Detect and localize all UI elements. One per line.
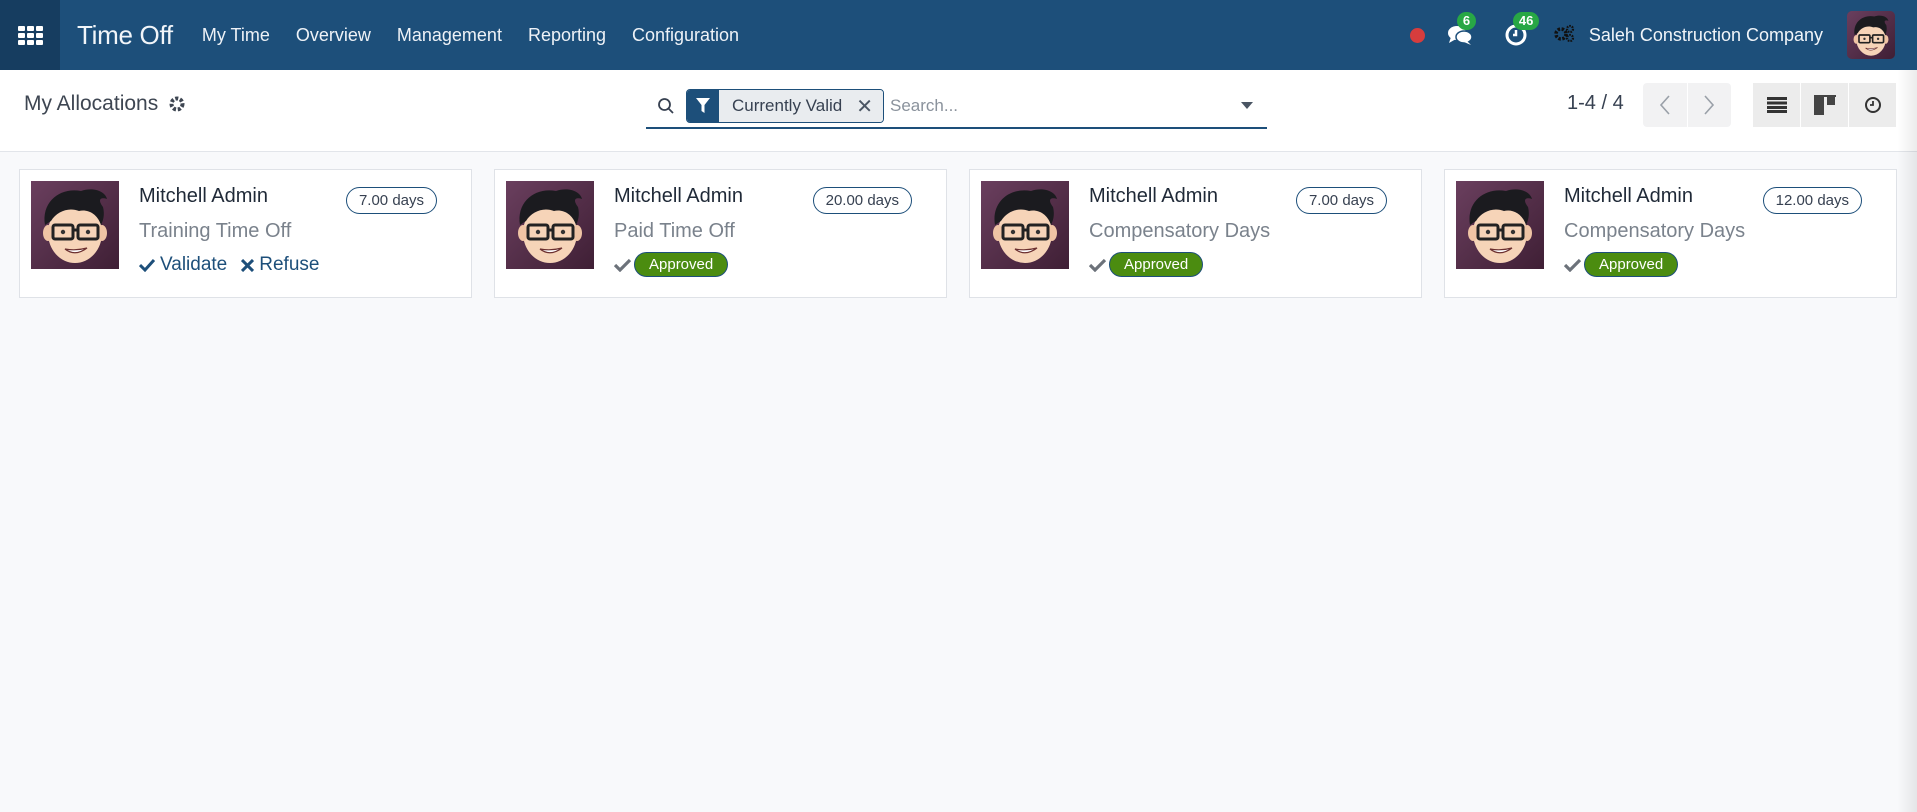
allocation-card[interactable]: Mitchell Admin 12.00 days Compensatory D… [1444,169,1897,298]
pager-previous-button[interactable] [1643,83,1687,127]
check-icon [1564,258,1582,272]
search-options-toggle[interactable] [1227,102,1267,110]
control-panel: My Allocations Currently Valid ✕ 1-4 / 4 [0,70,1917,152]
menu-item-management[interactable]: Management [397,25,502,46]
leave-type: Training Time Off [139,220,292,242]
check-icon [139,258,155,272]
status-badge: Approved [1109,252,1204,277]
employee-name: Mitchell Admin [1089,185,1218,207]
search-icon[interactable] [646,97,686,115]
menu-item-reporting[interactable]: Reporting [528,25,606,46]
clock-icon [1864,97,1881,113]
systray: 6 46 Saleh Construction Company [1409,0,1917,70]
menu-item-overview[interactable]: Overview [296,25,371,46]
user-avatar[interactable] [1847,11,1895,59]
filter-icon [687,90,719,122]
check-icon [614,258,632,272]
kanban-view-button[interactable] [1801,83,1848,127]
leave-type: Paid Time Off [614,220,735,242]
employee-avatar [1456,181,1544,269]
employee-name: Mitchell Admin [1564,185,1693,207]
app-menu-button[interactable] [0,0,60,70]
recording-indicator-icon[interactable] [1409,27,1425,43]
validate-label: Validate [160,254,228,275]
status-badge: Approved [1584,252,1679,277]
duration-badge: 12.00 days [1762,187,1862,214]
menu-item-configuration[interactable]: Configuration [632,25,739,46]
status-badge: Approved [634,252,729,277]
duration-badge: 20.00 days [812,187,912,214]
facet-label: Currently Valid [732,96,843,115]
status: Approved [614,252,729,277]
close-icon [241,258,255,272]
card-actions: Validate Refuse [139,254,333,276]
list-icon [1766,97,1787,113]
chevron-right-icon [1704,95,1715,115]
menu-item-my-time[interactable]: My Time [202,25,270,46]
employee-avatar [506,181,594,269]
allocations-kanban: Mitchell Admin 7.00 days Training Time O… [19,169,1897,298]
allocation-card[interactable]: Mitchell Admin 7.00 days Training Time O… [19,169,472,298]
duration-badge: 7.00 days [1295,187,1387,214]
employee-name: Mitchell Admin [614,185,743,207]
duration-badge: 7.00 days [345,187,437,214]
apps-grid-icon [17,25,43,45]
refuse-label: Refuse [259,254,320,275]
caret-down-icon [1241,102,1253,109]
leave-type: Compensatory Days [1564,220,1746,242]
status: Approved [1564,252,1679,277]
scroll-shadow [1897,70,1917,812]
main-menu: My Time Overview Management Reporting Co… [189,25,752,46]
pager-next-button[interactable] [1686,83,1732,127]
messages-count-badge: 6 [1456,12,1477,30]
validate-button[interactable]: Validate [139,254,227,276]
company-switcher[interactable]: Saleh Construction Company [1589,25,1823,46]
remove-facet-close-icon[interactable]: ✕ [856,94,873,119]
chevron-left-icon [1659,95,1670,115]
employee-avatar [981,181,1069,269]
leave-type: Compensatory Days [1089,220,1271,242]
gear-icon[interactable] [168,95,186,113]
employee-avatar [31,181,119,269]
pager-value[interactable]: 1-4 / 4 [1567,92,1624,115]
kanban-icon [1813,95,1836,115]
employee-name: Mitchell Admin [139,185,268,207]
activities-count-badge: 46 [1512,12,1540,30]
check-icon [1089,258,1107,272]
allocation-card[interactable]: Mitchell Admin 7.00 days Compensatory Da… [969,169,1422,298]
pager-buttons [1643,83,1731,127]
list-view-button[interactable] [1753,83,1800,127]
app-title[interactable]: Time Off [77,20,173,51]
status: Approved [1089,252,1204,277]
search-facet: Currently Valid ✕ [686,89,884,123]
activities-menu-button[interactable]: 46 [1499,12,1540,50]
activity-view-button[interactable] [1849,83,1896,127]
page-title: My Allocations [24,92,159,115]
search-bar: Currently Valid ✕ [646,85,1267,129]
allocation-card[interactable]: Mitchell Admin 20.00 days Paid Time Off … [494,169,947,298]
messaging-menu-button[interactable]: 6 [1443,12,1477,50]
search-input[interactable] [890,96,1227,116]
top-navbar: Time Off My Time Overview Management Rep… [0,0,1917,70]
breadcrumb: My Allocations [24,92,186,116]
company-switch-gears-icon[interactable] [1553,24,1575,47]
view-switcher [1753,83,1896,127]
refuse-button[interactable]: Refuse [241,254,319,276]
